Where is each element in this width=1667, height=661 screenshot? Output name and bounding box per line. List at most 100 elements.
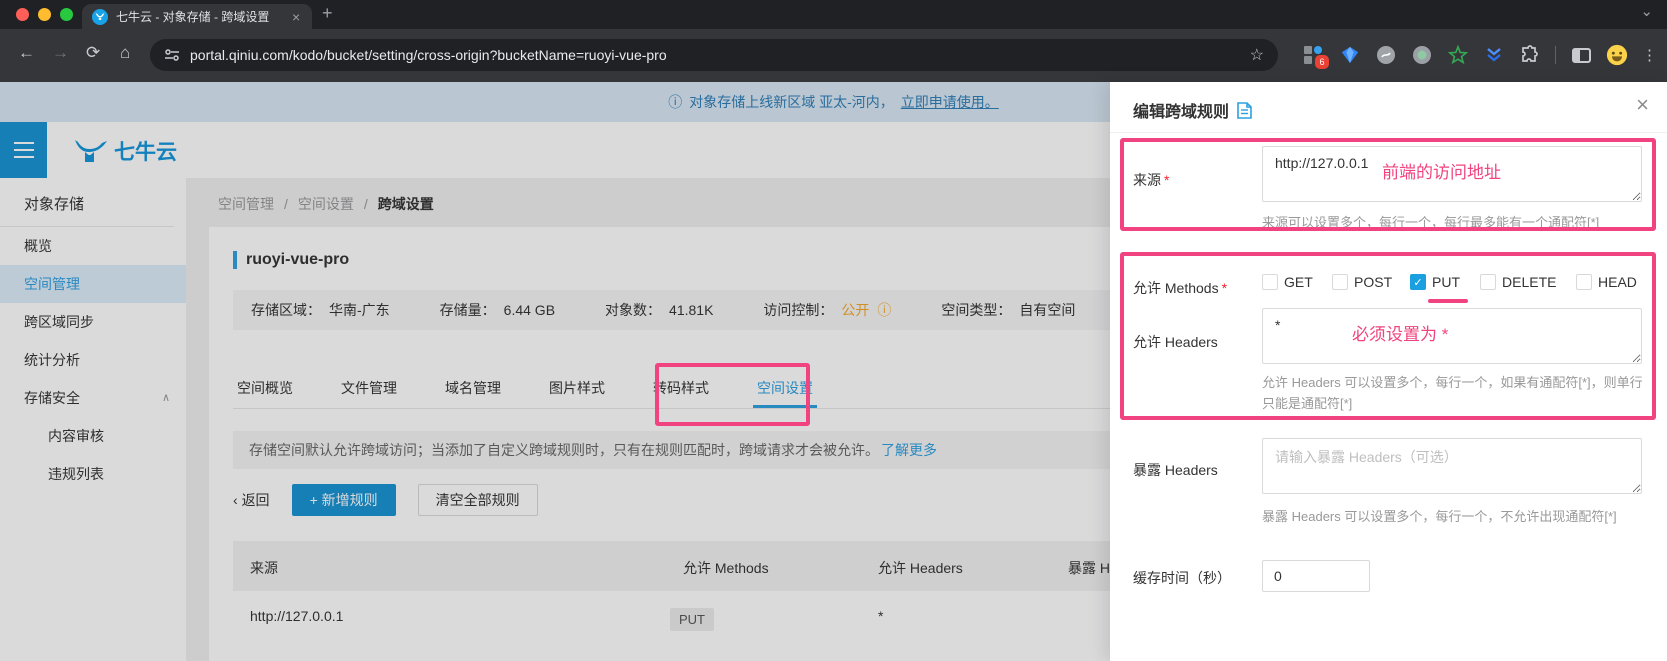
access-info-icon[interactable]: ⓘ bbox=[877, 300, 891, 320]
checkbox-box[interactable] bbox=[1262, 274, 1278, 290]
add-rule-button[interactable]: + 新增规则 bbox=[292, 484, 396, 516]
browser-tab[interactable]: 七牛云 - 对象存储 - 跨域设置 × bbox=[82, 4, 312, 29]
tab-close-icon[interactable]: × bbox=[292, 9, 300, 25]
checkbox-box[interactable] bbox=[1480, 274, 1496, 290]
breadcrumb: 空间管理/空间设置/跨域设置 bbox=[218, 194, 434, 214]
close-window-button[interactable] bbox=[16, 8, 29, 21]
tab-bucket-settings[interactable]: 空间设置 bbox=[753, 367, 817, 408]
window-controls[interactable] bbox=[16, 8, 73, 21]
sidebar-item-overview[interactable]: 概览 bbox=[0, 227, 186, 265]
notice-text: 对象存储上线新区域 亚太-河内， bbox=[689, 92, 894, 112]
title-accent-bar bbox=[233, 251, 237, 269]
expose-headers-label: 暴露 Headers bbox=[1133, 460, 1218, 480]
sidebar-item-content-review[interactable]: 内容审核 bbox=[0, 417, 186, 455]
toolbar-extensions: 6 ⋮ bbox=[1303, 37, 1657, 73]
notice-link[interactable]: 立即申请使用。 bbox=[901, 92, 999, 112]
home-button[interactable]: ⌂ bbox=[120, 43, 130, 63]
checkbox-get[interactable]: GET bbox=[1262, 274, 1313, 290]
tab-domain-management[interactable]: 域名管理 bbox=[441, 367, 505, 408]
url-bar[interactable]: portal.qiniu.com/kodo/bucket/setting/cro… bbox=[150, 39, 1278, 71]
tab-title: 七牛云 - 对象存储 - 跨域设置 bbox=[116, 8, 284, 25]
cell-method-tag: PUT bbox=[670, 608, 714, 631]
hamburger-menu-button[interactable] bbox=[0, 122, 47, 178]
breadcrumb-separator: / bbox=[284, 196, 288, 212]
sidebar-item-cross-region-sync[interactable]: 跨区域同步 bbox=[0, 303, 186, 341]
sidebar-item-statistics[interactable]: 统计分析 bbox=[0, 341, 186, 379]
document-icon[interactable] bbox=[1237, 102, 1252, 119]
checkbox-label: PUT bbox=[1432, 274, 1460, 290]
back-button[interactable]: ← bbox=[18, 43, 35, 63]
new-tab-button[interactable]: + bbox=[322, 3, 333, 24]
browser-menu-icon[interactable]: ⋮ bbox=[1642, 46, 1657, 64]
required-asterisk: * bbox=[1222, 280, 1227, 296]
sidebar-item-bucket-management[interactable]: 空间管理 bbox=[0, 265, 186, 303]
stat-storage: 存储量：6.44 GB bbox=[440, 300, 555, 320]
required-asterisk: * bbox=[1164, 172, 1169, 188]
green-star-extension-icon[interactable] bbox=[1447, 44, 1469, 66]
sidebar-item-violation-list[interactable]: 违规列表 bbox=[0, 455, 186, 493]
checkbox-delete[interactable]: DELETE bbox=[1480, 274, 1556, 290]
download-manager-extension-icon[interactable]: 6 bbox=[1303, 44, 1325, 66]
edit-cors-rule-panel: 编辑跨域规则 × 来源* http://127.0.0.1 前端的访问地址 来源… bbox=[1110, 82, 1667, 661]
learn-more-link[interactable]: 了解更多 bbox=[881, 440, 937, 460]
checkbox-box-checked[interactable]: ✓ bbox=[1410, 274, 1426, 290]
back-link[interactable]: ‹ 返回 bbox=[233, 490, 270, 510]
breadcrumb-bucket-settings[interactable]: 空间设置 bbox=[298, 196, 354, 212]
extension-badge: 6 bbox=[1315, 55, 1329, 69]
col-allow-methods: 允许 Methods bbox=[683, 558, 769, 578]
breadcrumb-separator: / bbox=[364, 196, 368, 212]
recorder-extension-icon[interactable] bbox=[1411, 44, 1433, 66]
allow-headers-textarea[interactable]: * bbox=[1262, 308, 1642, 364]
sidebar-section-title: 对象存储 bbox=[0, 184, 186, 226]
clear-all-rules-button[interactable]: 清空全部规则 bbox=[418, 484, 538, 516]
gray-circle-extension-icon[interactable] bbox=[1375, 44, 1397, 66]
info-icon: ⓘ bbox=[668, 92, 682, 112]
maximize-window-button[interactable] bbox=[60, 8, 73, 21]
tab-bucket-overview[interactable]: 空间概览 bbox=[233, 367, 297, 408]
reload-button[interactable]: ⟳ bbox=[86, 43, 100, 63]
expose-headers-textarea[interactable] bbox=[1262, 438, 1642, 494]
qiniu-logo[interactable]: 七牛云 bbox=[74, 136, 177, 166]
close-icon[interactable]: × bbox=[1636, 92, 1649, 118]
col-origin: 来源 bbox=[250, 558, 278, 578]
cors-tip-text: 存储空间默认允许跨域访问；当添加了自定义跨域规则时，只有在规则匹配时，跨域请求才… bbox=[249, 440, 879, 460]
extensions-puzzle-icon[interactable] bbox=[1519, 44, 1541, 66]
bucket-title-row: ruoyi-vue-pro bbox=[233, 251, 349, 269]
col-allow-headers: 允许 Headers bbox=[878, 558, 963, 578]
checkbox-post[interactable]: POST bbox=[1332, 274, 1392, 290]
qiniu-bull-icon bbox=[74, 138, 108, 164]
url-text: portal.qiniu.com/kodo/bucket/setting/cro… bbox=[190, 47, 667, 63]
tab-image-styles[interactable]: 图片样式 bbox=[545, 367, 609, 408]
tab-transcode-styles[interactable]: 转码样式 bbox=[649, 367, 713, 408]
checkbox-box[interactable] bbox=[1576, 274, 1592, 290]
origin-textarea[interactable]: http://127.0.0.1 bbox=[1262, 146, 1642, 202]
cache-time-input[interactable] bbox=[1262, 560, 1370, 592]
checkbox-head[interactable]: HEAD bbox=[1576, 274, 1637, 290]
profile-avatar[interactable] bbox=[1606, 44, 1628, 66]
checkbox-box[interactable] bbox=[1332, 274, 1348, 290]
checkbox-label: HEAD bbox=[1598, 274, 1637, 290]
checkbox-label: GET bbox=[1284, 274, 1313, 290]
double-chevron-extension-icon[interactable] bbox=[1483, 44, 1505, 66]
checkbox-label: POST bbox=[1354, 274, 1392, 290]
tab-search-caret-icon[interactable]: ⌄ bbox=[1640, 2, 1653, 20]
tab-file-management[interactable]: 文件管理 bbox=[337, 367, 401, 408]
panel-title: 编辑跨域规则 bbox=[1133, 98, 1229, 122]
panel-divider bbox=[1110, 132, 1667, 133]
screen: 七牛云 - 对象存储 - 跨域设置 × + ⌄ ← → ⟳ ⌂ portal.q… bbox=[0, 0, 1667, 661]
sidebar-item-storage-security[interactable]: 存储安全 ∧ bbox=[0, 379, 186, 417]
gem-extension-icon[interactable] bbox=[1339, 44, 1361, 66]
page-content: ⓘ 对象存储上线新区域 亚太-河内， 立即申请使用。 七牛云 对象存储 概览 空… bbox=[0, 82, 1667, 661]
checkbox-label: DELETE bbox=[1502, 274, 1556, 290]
browser-tabbar: 七牛云 - 对象存储 - 跨域设置 × + ⌄ bbox=[0, 0, 1667, 29]
side-panel-icon[interactable] bbox=[1570, 44, 1592, 66]
breadcrumb-bucket-management[interactable]: 空间管理 bbox=[218, 196, 274, 212]
toolbar-divider bbox=[1555, 46, 1556, 64]
origin-label: 来源* bbox=[1133, 170, 1169, 190]
minimize-window-button[interactable] bbox=[38, 8, 51, 21]
bucket-name: ruoyi-vue-pro bbox=[246, 251, 349, 269]
site-info-icon[interactable] bbox=[164, 48, 180, 62]
bookmark-star-icon[interactable]: ☆ bbox=[1250, 45, 1264, 65]
forward-button[interactable]: → bbox=[52, 43, 69, 63]
checkbox-put[interactable]: ✓ PUT bbox=[1410, 274, 1460, 290]
